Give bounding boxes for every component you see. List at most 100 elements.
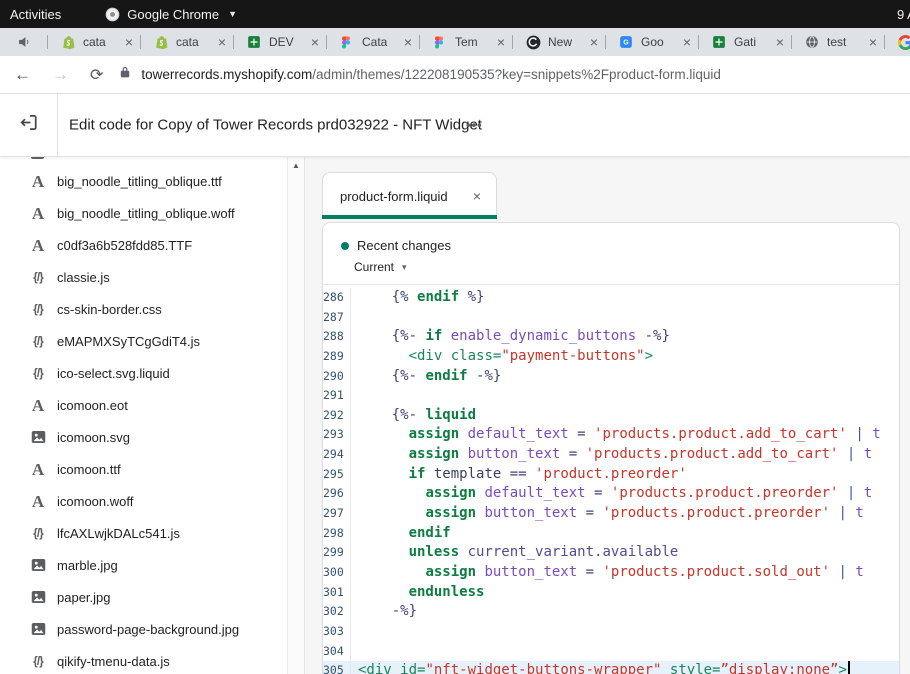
close-icon[interactable]: × xyxy=(776,34,784,50)
file-name: lfcAXLwjkDALc541.js xyxy=(57,526,180,541)
file-item[interactable]: paper.jpg xyxy=(0,581,304,613)
code-file-icon: {/} xyxy=(33,366,43,380)
code-line: 297 assign button_text = 'products.produ… xyxy=(323,504,899,524)
code-content: {%- if enable_dynamic_buttons -%} xyxy=(351,327,899,347)
font-file-icon: A xyxy=(32,397,44,414)
file-item[interactable]: Ac0df3a6b528fdd85.TTF xyxy=(0,229,304,261)
close-icon[interactable]: × xyxy=(473,188,481,204)
figma-icon xyxy=(340,35,355,50)
line-number: 300 xyxy=(323,563,351,583)
chrome-icon xyxy=(105,7,120,22)
scroll-up-icon[interactable]: ▲ xyxy=(288,161,304,170)
os-top-bar: Activities Google Chrome ▼ 9 A xyxy=(0,0,910,28)
code-line: 301 endunless xyxy=(323,583,899,603)
font-file-icon: A xyxy=(32,493,44,510)
activities-button[interactable]: Activities xyxy=(10,7,61,22)
browser-tab[interactable]: test× xyxy=(791,28,884,56)
file-item[interactable]: {/}lfcAXLwjkDALc541.js xyxy=(0,517,304,549)
back-button[interactable]: ← xyxy=(14,65,31,85)
code-file-icon: {/} xyxy=(33,654,43,668)
close-icon[interactable]: × xyxy=(590,34,598,50)
code-content: {%- endif -%} xyxy=(351,367,899,387)
recent-changes-label: Recent changes xyxy=(357,238,451,253)
code-content: endif xyxy=(351,524,899,544)
browser-tab[interactable]: GGoo× xyxy=(605,28,698,56)
code-editor[interactable]: 286 {% endif %}287288 {%- if enable_dyna… xyxy=(323,284,899,674)
close-icon[interactable]: × xyxy=(497,34,505,50)
line-number: 286 xyxy=(323,288,351,308)
image-file-icon xyxy=(31,430,46,444)
code-content: unless current_variant.available xyxy=(351,543,899,563)
app-menu-button[interactable]: Google Chrome ▼ xyxy=(105,7,237,22)
code-line: 298 endif xyxy=(323,524,899,544)
url-text[interactable]: towerrecords.myshopify.com/admin/themes/… xyxy=(141,67,720,82)
app-menu-label: Google Chrome xyxy=(127,7,219,22)
forward-button[interactable]: → xyxy=(52,65,69,85)
close-icon[interactable]: × xyxy=(311,34,319,50)
browser-tab[interactable] xyxy=(884,28,910,56)
file-sidebar: Abig_noodle_titling_oblique.ttfAbig_nood… xyxy=(0,156,305,674)
close-icon[interactable]: × xyxy=(218,34,226,50)
browser-tab[interactable]: cata× xyxy=(140,28,233,56)
file-item[interactable]: {/}cs-skin-border.css xyxy=(0,293,304,325)
editor-card: Recent changes Current ▾ 286 {% endif %}… xyxy=(322,222,900,674)
file-item[interactable]: Aicomoon.ttf xyxy=(0,453,304,485)
file-item[interactable]: {/} qikify-tmenu-data.js xyxy=(0,645,304,674)
code-line: 294 assign button_text = 'products.produ… xyxy=(323,445,899,465)
browser-tab[interactable]: New× xyxy=(512,28,605,56)
exit-editor-button[interactable] xyxy=(0,94,58,156)
browser-tab[interactable]: cata× xyxy=(47,28,140,56)
code-line: 303 xyxy=(323,622,899,642)
close-icon[interactable]: × xyxy=(404,34,412,50)
file-item[interactable]: Abig_noodle_titling_oblique.woff xyxy=(0,197,304,229)
font-file-icon: A xyxy=(32,461,44,478)
browser-tab[interactable]: Tem× xyxy=(419,28,512,56)
code-line: 299 unless current_variant.available xyxy=(323,543,899,563)
code-line: 293 assign default_text = 'products.prod… xyxy=(323,425,899,445)
file-name: ico-select.svg.liquid xyxy=(57,366,170,381)
close-icon[interactable]: × xyxy=(683,34,691,50)
address-bar: ← → ⟳ towerrecords.myshopify.com/admin/t… xyxy=(0,56,910,94)
file-name: big_noodle_titling_oblique.woff xyxy=(57,206,235,221)
browser-tab[interactable]: Cata× xyxy=(326,28,419,56)
more-options-button[interactable]: ••• xyxy=(466,118,483,133)
close-icon[interactable]: × xyxy=(869,34,877,50)
browser-tab-title: cata xyxy=(176,35,215,49)
file-item[interactable]: icomoon.svg xyxy=(0,421,304,453)
browser-tab[interactable]: DEV× xyxy=(233,28,326,56)
file-name: c0df3a6b528fdd85.TTF xyxy=(57,238,192,253)
file-item[interactable]: Aicomoon.eot xyxy=(0,389,304,421)
file-item[interactable]: password-page-background.jpg xyxy=(0,613,304,645)
file-name: qikify-tmenu-data.js xyxy=(57,654,170,669)
line-number: 289 xyxy=(323,347,351,367)
reload-button[interactable]: ⟳ xyxy=(90,65,103,85)
code-content: endunless xyxy=(351,583,899,603)
text-cursor xyxy=(848,661,850,674)
file-item[interactable]: marble.jpg xyxy=(0,549,304,581)
caret-down-icon: ▼ xyxy=(228,9,237,19)
code-editor-panel: product-form.liquid × Recent changes Cur… xyxy=(322,156,910,674)
close-icon[interactable]: × xyxy=(125,34,133,50)
file-item[interactable]: Abig_noodle_titling_oblique.ttf xyxy=(0,165,304,197)
url-domain: towerrecords.myshopify.com xyxy=(141,67,312,82)
shopify-icon xyxy=(154,35,169,50)
file-item[interactable]: {/} ico-select.svg.liquid xyxy=(0,357,304,389)
editor-file-tab[interactable]: product-form.liquid × xyxy=(322,172,497,219)
editor-tab-label: product-form.liquid xyxy=(323,189,448,204)
file-item[interactable]: {/}eMAPMXSyTCgGdiT4.js xyxy=(0,325,304,357)
file-item[interactable]: Aicomoon.woff xyxy=(0,485,304,517)
code-content: assign button_text = 'products.product.s… xyxy=(351,563,899,583)
file-item[interactable]: {/}classie.js xyxy=(0,261,304,293)
line-number: 298 xyxy=(323,524,351,544)
page-header: Edit code for Copy of Tower Records prd0… xyxy=(0,94,910,157)
sidebar-scrollbar[interactable]: ▲ xyxy=(287,156,304,674)
lock-icon[interactable] xyxy=(119,65,131,84)
line-number: 291 xyxy=(323,386,351,406)
code-lines: 286 {% endif %}287288 {%- if enable_dyna… xyxy=(323,285,899,674)
file-list: Abig_noodle_titling_oblique.ttfAbig_nood… xyxy=(0,156,304,674)
code-content: {% endif %} xyxy=(351,288,899,308)
code-content: assign default_text = 'products.product.… xyxy=(351,484,899,504)
browser-tab-title: cata xyxy=(83,35,122,49)
version-dropdown[interactable]: Current ▾ xyxy=(323,253,899,274)
browser-tab[interactable]: Gati× xyxy=(698,28,791,56)
